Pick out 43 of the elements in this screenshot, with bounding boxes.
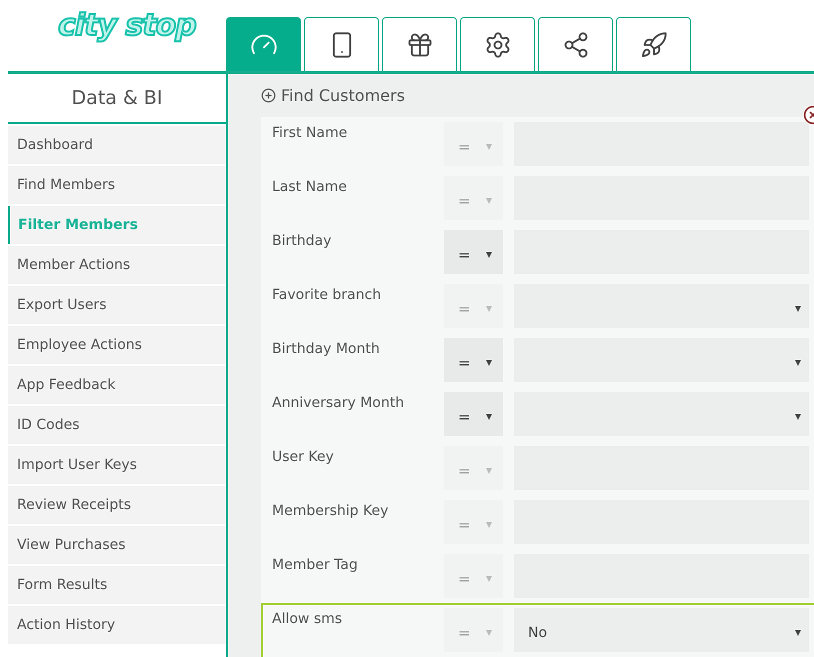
- nav-tab[interactable]: [382, 17, 457, 71]
- sidebar-item[interactable]: Find Members: [8, 166, 226, 204]
- panel-title: Find Customers: [281, 86, 405, 105]
- sidebar-item[interactable]: App Feedback: [8, 366, 226, 404]
- select-field[interactable]: [514, 338, 809, 382]
- field-label: Member Tag: [272, 556, 359, 573]
- sidebar-item[interactable]: Import User Keys: [8, 446, 226, 484]
- select-field[interactable]: [514, 284, 809, 328]
- field-label: Favorite branch: [272, 286, 382, 303]
- sidebar-item[interactable]: Review Receipts: [8, 486, 226, 524]
- share-icon: [562, 30, 590, 58]
- field-label: Anniversary Month: [272, 394, 406, 411]
- rocket-icon: [640, 30, 668, 58]
- logo: city stop: [58, 8, 197, 43]
- nav-tab[interactable]: [538, 17, 613, 71]
- sidebar-item[interactable]: Action History: [8, 606, 226, 644]
- nav-tab[interactable]: [616, 17, 691, 71]
- field-label: User Key: [272, 448, 335, 465]
- sidebar-item[interactable]: Form Results: [8, 566, 226, 604]
- sidebar-item[interactable]: Dashboard: [8, 126, 226, 164]
- field-label: Last Name: [272, 178, 348, 195]
- sidebar-item[interactable]: ID Codes: [8, 406, 226, 444]
- operator-select[interactable]: =: [444, 230, 503, 274]
- settings-icon: [484, 30, 512, 58]
- select-field[interactable]: [514, 392, 809, 436]
- sidebar-item[interactable]: Export Users: [8, 286, 226, 324]
- sidebar-item[interactable]: View Purchases: [8, 526, 226, 564]
- field-label: Birthday Month: [272, 340, 381, 357]
- input-field[interactable]: [514, 122, 809, 166]
- field-label: First Name: [272, 124, 348, 141]
- operator-select[interactable]: =: [444, 338, 503, 382]
- field-label: Membership Key: [272, 502, 390, 519]
- sidebar-item[interactable]: Employee Actions: [8, 326, 226, 364]
- select-field[interactable]: No: [514, 608, 809, 652]
- sidebar-item[interactable]: Member Actions: [8, 246, 226, 284]
- gift-icon: [406, 30, 434, 58]
- operator-select[interactable]: =: [444, 392, 503, 436]
- sidebar-title: Data & BI: [8, 74, 226, 124]
- field-label: Allow sms: [272, 610, 344, 627]
- nav-tab[interactable]: [460, 17, 535, 71]
- add-icon[interactable]: [261, 88, 276, 103]
- nav-tab[interactable]: [304, 17, 379, 71]
- field-label: Birthday: [272, 232, 332, 249]
